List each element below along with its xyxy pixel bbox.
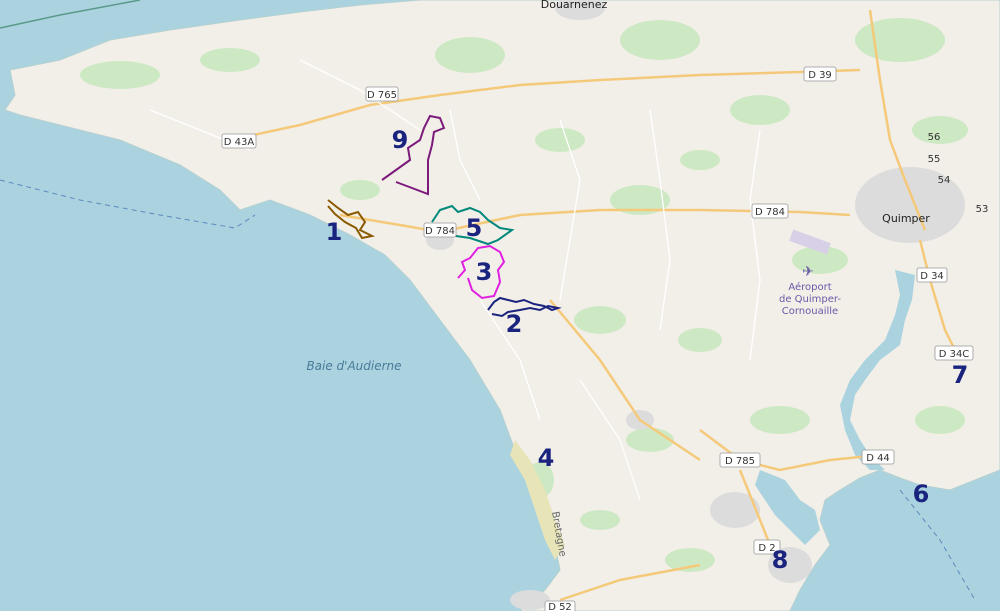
- route-number-1[interactable]: 1: [326, 218, 343, 246]
- svg-text:D 52: D 52: [548, 602, 572, 611]
- road-label-d784-east: D 784: [751, 203, 789, 219]
- svg-text:D 765: D 765: [367, 90, 397, 101]
- place-label-douarnenez: Douarnenez: [541, 0, 608, 11]
- svg-text:D 34: D 34: [920, 271, 944, 282]
- road-label-d52: D 52: [544, 600, 576, 611]
- map-canvas[interactable]: ✈ D 765 D 43A D 784 D 784 D 39 D 34 D 34…: [0, 0, 1000, 611]
- svg-text:D 44: D 44: [866, 453, 890, 464]
- road-label-d784-west: D 784: [423, 222, 457, 238]
- road-label-56: 56: [928, 132, 941, 143]
- svg-text:D 784: D 784: [425, 226, 455, 237]
- route-number-9[interactable]: 9: [392, 126, 409, 154]
- water-label-baie-daudierne: Baie d'Audierne: [306, 359, 401, 373]
- road-label-d43a: D 43A: [221, 133, 257, 149]
- airplane-icon: ✈: [802, 264, 814, 280]
- route-number-5[interactable]: 5: [466, 214, 483, 242]
- place-label-quimper: Quimper: [882, 212, 930, 225]
- road-label-55: 55: [928, 154, 941, 165]
- road-label-d39: D 39: [803, 66, 837, 82]
- road-label-d34: D 34: [916, 267, 948, 283]
- road-label-d44: D 44: [861, 449, 895, 465]
- road-label-54: 54: [938, 175, 951, 186]
- route-number-7[interactable]: 7: [952, 361, 969, 389]
- airport-label-line2: de Quimper-: [779, 294, 841, 305]
- road-label-d765: D 765: [365, 86, 399, 102]
- route-number-4[interactable]: 4: [538, 444, 555, 472]
- airport-label-line1: Aéroport: [788, 281, 831, 293]
- svg-text:D 784: D 784: [755, 207, 785, 218]
- svg-text:D 39: D 39: [808, 70, 832, 81]
- road-label-d785: D 785: [719, 452, 761, 468]
- route-number-3[interactable]: 3: [476, 258, 493, 286]
- svg-text:D 785: D 785: [725, 456, 755, 467]
- road-label-53: 53: [976, 204, 989, 215]
- svg-text:D 43A: D 43A: [224, 137, 255, 148]
- route-number-6[interactable]: 6: [913, 480, 930, 508]
- route-number-8[interactable]: 8: [772, 546, 789, 574]
- airport-label-line3: Cornouaille: [782, 306, 838, 317]
- map-viewport[interactable]: ✈ D 765 D 43A D 784 D 784 D 39 D 34 D 34…: [0, 0, 1000, 611]
- route-number-2[interactable]: 2: [506, 310, 523, 338]
- road-label-d34c: D 34C: [934, 345, 974, 361]
- svg-text:D 34C: D 34C: [939, 349, 970, 360]
